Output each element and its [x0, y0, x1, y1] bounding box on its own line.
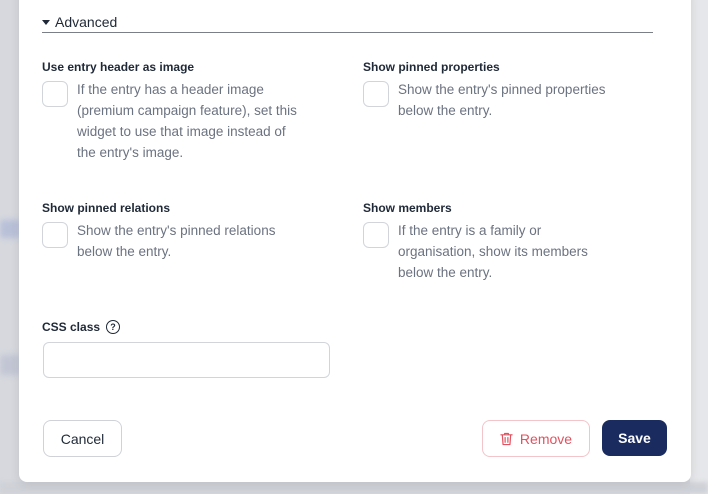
field-help: Show the entry's pinned relations below …: [77, 223, 276, 259]
field-help: If the entry is a family or organisation…: [398, 223, 588, 280]
backdrop-blur: [0, 355, 20, 375]
remove-button[interactable]: Remove: [482, 420, 590, 457]
field-label: CSS class: [42, 320, 101, 334]
backdrop-blur: [0, 220, 20, 238]
question-circle-icon[interactable]: ?: [106, 320, 121, 334]
field-pinned-properties: Show pinned properties Show the entry's …: [363, 59, 663, 121]
advanced-section-toggle[interactable]: Advanced: [42, 12, 653, 33]
save-button[interactable]: Save: [602, 420, 667, 456]
pinned-properties-checkbox[interactable]: [363, 81, 389, 107]
field-label: Show members: [363, 201, 452, 215]
field-label: Show pinned properties: [363, 60, 500, 74]
header-image-checkbox[interactable]: [42, 81, 68, 107]
field-label: Show pinned relations: [42, 201, 171, 215]
caret-down-icon: [42, 20, 50, 25]
trash-icon: [500, 432, 513, 445]
widget-settings-modal: Advanced Use entry header as image If th…: [19, 0, 691, 482]
remove-label: Remove: [519, 430, 573, 447]
backdrop-right: [690, 0, 708, 494]
field-pinned-relations: Show pinned relations Show the entry's p…: [42, 200, 342, 262]
section-title: Advanced: [55, 14, 118, 30]
field-help: If the entry has a header image (premium…: [77, 82, 297, 160]
field-label: Use entry header as image: [42, 60, 195, 74]
pinned-relations-checkbox[interactable]: [42, 222, 68, 248]
backdrop-bottom: [0, 482, 708, 494]
css-class-label-row: CSS class ?: [42, 319, 121, 335]
css-class-input[interactable]: [43, 342, 330, 378]
field-header-image: Use entry header as image If the entry h…: [42, 59, 342, 163]
field-members: Show members If the entry is a family or…: [363, 200, 663, 283]
cancel-button[interactable]: Cancel: [43, 420, 122, 457]
members-checkbox[interactable]: [363, 222, 389, 248]
field-help: Show the entry's pinned properties below…: [398, 82, 606, 118]
